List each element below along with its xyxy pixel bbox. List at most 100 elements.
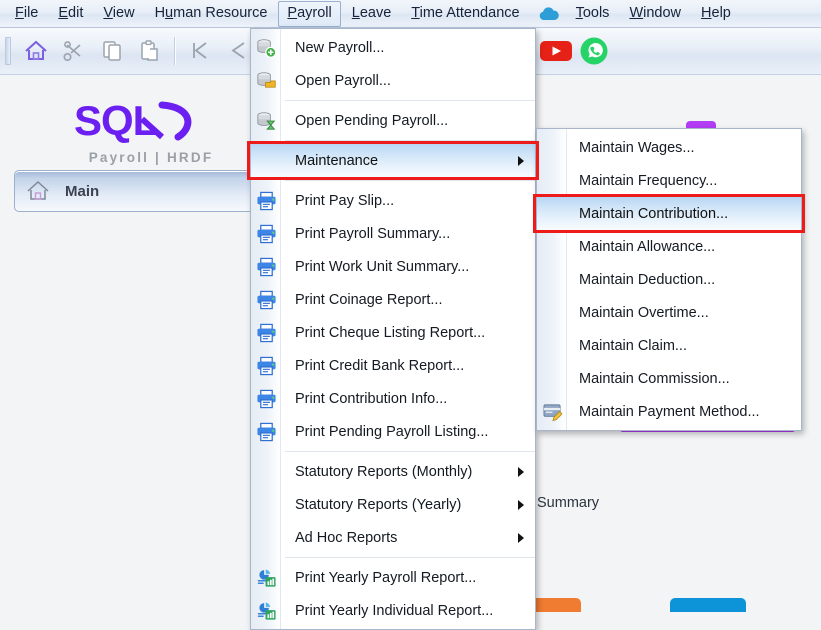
printer-icon [255, 421, 277, 443]
menu-item-label: Maintain Wages... [579, 139, 695, 156]
youtube-icon[interactable] [537, 32, 575, 70]
menubar-item-view[interactable]: View [94, 1, 143, 27]
menubar-item-leave[interactable]: Leave [343, 1, 401, 27]
menu-item-open-pending-payroll[interactable]: Open Pending Payroll... [251, 104, 535, 137]
sql-logo-mark: SQL [74, 97, 192, 144]
money-open-icon [255, 70, 277, 92]
menu-separator [285, 180, 535, 181]
menu-item-print-coinage-report[interactable]: Print Coinage Report... [251, 283, 535, 316]
menu-item-label: New Payroll... [295, 39, 385, 56]
first-record-icon[interactable] [181, 32, 219, 70]
toolbar-grip[interactable] [5, 37, 11, 65]
maintenance-submenu: Maintain Wages... Maintain Frequency... Ma… [536, 128, 802, 431]
cut-scissors-icon[interactable] [55, 32, 93, 70]
menu-item-print-pending-payroll-listing[interactable]: Print Pending Payroll Listing... [251, 415, 535, 448]
menu-item-label: Maintain Allowance... [579, 238, 716, 255]
menu-item-maintain-claim[interactable]: Maintain Claim... [537, 329, 801, 362]
menu-item-label: Print Yearly Payroll Report... [295, 569, 477, 586]
menu-item-label: Statutory Reports (Monthly) [295, 463, 473, 480]
menubar-item-tools[interactable]: Tools [567, 1, 619, 27]
money-add-icon [255, 37, 277, 59]
menu-item-label: Print Credit Bank Report... [295, 357, 465, 374]
menu-item-maintain-commission[interactable]: Maintain Commission... [537, 362, 801, 395]
menu-item-maintenance[interactable]: Maintenance [251, 144, 535, 177]
toolbar-separator [174, 37, 176, 65]
menu-item-label: Print Coinage Report... [295, 291, 443, 308]
menu-item-label: Open Payroll... [295, 72, 391, 89]
menubar-item-file[interactable]: File [6, 1, 47, 27]
home-icon[interactable] [17, 32, 55, 70]
summary-label: Summary [537, 495, 600, 511]
menu-item-maintain-allowance[interactable]: Maintain Allowance... [537, 230, 801, 263]
paste-icon[interactable] [131, 32, 169, 70]
printer-icon [255, 322, 277, 344]
chart-report-icon [255, 600, 277, 622]
menubar-item-human-resource[interactable]: Human Resource [146, 1, 277, 27]
menu-item-print-pay-slip[interactable]: Print Pay Slip... [251, 184, 535, 217]
menu-item-label: Ad Hoc Reports [295, 529, 398, 546]
menu-item-label: Open Pending Payroll... [295, 112, 449, 129]
printer-icon [255, 223, 277, 245]
tab-main-label: Main [65, 182, 100, 200]
menu-item-new-payroll[interactable]: New Payroll... [251, 31, 535, 64]
menu-item-print-cheque-listing-report[interactable]: Print Cheque Listing Report... [251, 316, 535, 349]
submenu-arrow-icon [518, 532, 524, 543]
menu-item-label: Maintain Overtime... [579, 304, 709, 321]
menu-item-label: Statutory Reports (Yearly) [295, 496, 462, 513]
menu-item-print-yearly-individual-report[interactable]: Print Yearly Individual Report... [251, 594, 535, 627]
menu-item-maintain-payment-method[interactable]: Maintain Payment Method... [537, 395, 801, 428]
submenu-arrow-icon [518, 499, 524, 510]
menu-item-label: Print Work Unit Summary... [295, 258, 470, 275]
money-pending-icon [255, 110, 277, 132]
payment-method-icon [541, 401, 563, 423]
menu-item-label: Print Cheque Listing Report... [295, 324, 486, 341]
menu-item-maintain-contribution[interactable]: Maintain Contribution... [537, 197, 801, 230]
menu-item-print-contribution-info[interactable]: Print Contribution Info... [251, 382, 535, 415]
menu-item-statutory-reports-yearly[interactable]: Statutory Reports (Yearly) [251, 488, 535, 521]
menu-item-maintain-wages[interactable]: Maintain Wages... [537, 131, 801, 164]
menubar-item-payroll[interactable]: Payroll [278, 0, 341, 27]
menubar-item-time-attendance[interactable]: Time Attendance [402, 1, 528, 27]
menu-item-print-payroll-summary[interactable]: Print Payroll Summary... [251, 217, 535, 250]
menu-item-maintain-overtime[interactable]: Maintain Overtime... [537, 296, 801, 329]
menu-separator [285, 140, 535, 141]
whatsapp-icon[interactable] [575, 32, 613, 70]
copy-icon[interactable] [93, 32, 131, 70]
menu-item-statutory-reports-monthly[interactable]: Statutory Reports (Monthly) [251, 455, 535, 488]
menu-item-print-credit-bank-report[interactable]: Print Credit Bank Report... [251, 349, 535, 382]
menu-item-label: Print Yearly Individual Report... [295, 602, 494, 619]
printer-icon [255, 388, 277, 410]
menu-item-print-yearly-payroll-report[interactable]: Print Yearly Payroll Report... [251, 561, 535, 594]
chart-report-icon [255, 567, 277, 589]
menu-item-open-payroll[interactable]: Open Payroll... [251, 64, 535, 97]
menu-separator [285, 100, 535, 101]
menu-item-maintain-frequency[interactable]: Maintain Frequency... [537, 164, 801, 197]
menu-item-label: Maintenance [295, 152, 379, 169]
menu-item-maintain-deduction[interactable]: Maintain Deduction... [537, 263, 801, 296]
menubar-item-window[interactable]: Window [620, 1, 690, 27]
menubar-item-help[interactable]: Help [692, 1, 740, 27]
app-logo: SQL Payroll | HRDF [66, 97, 236, 165]
menu-item-label: Maintain Deduction... [579, 271, 716, 288]
cloud-icon[interactable] [537, 5, 561, 23]
printer-icon [255, 289, 277, 311]
home-icon [27, 180, 49, 200]
submenu-arrow-icon [518, 466, 524, 477]
menu-item-label: Print Payroll Summary... [295, 225, 451, 242]
menubar-item-edit[interactable]: Edit [49, 1, 92, 27]
menu-item-label: Maintain Contribution... [579, 205, 729, 222]
tab-main[interactable]: Main [14, 170, 254, 212]
tab-blue[interactable] [670, 598, 746, 612]
menu-item-print-work-unit-summary[interactable]: Print Work Unit Summary... [251, 250, 535, 283]
menu-item-label: Maintain Claim... [579, 337, 687, 354]
menu-item-label: Maintain Frequency... [579, 172, 718, 189]
menu-item-label: Print Pending Payroll Listing... [295, 423, 489, 440]
menu-item-label: Print Pay Slip... [295, 192, 395, 209]
menu-separator [285, 451, 535, 452]
menu-item-ad-hoc-reports[interactable]: Ad Hoc Reports [251, 521, 535, 554]
menu-item-label: Print Contribution Info... [295, 390, 448, 407]
menu-separator [285, 557, 535, 558]
menu-bar: File Edit View Human Resource Payroll Leave Ti… [0, 0, 821, 28]
printer-icon [255, 190, 277, 212]
printer-icon [255, 256, 277, 278]
